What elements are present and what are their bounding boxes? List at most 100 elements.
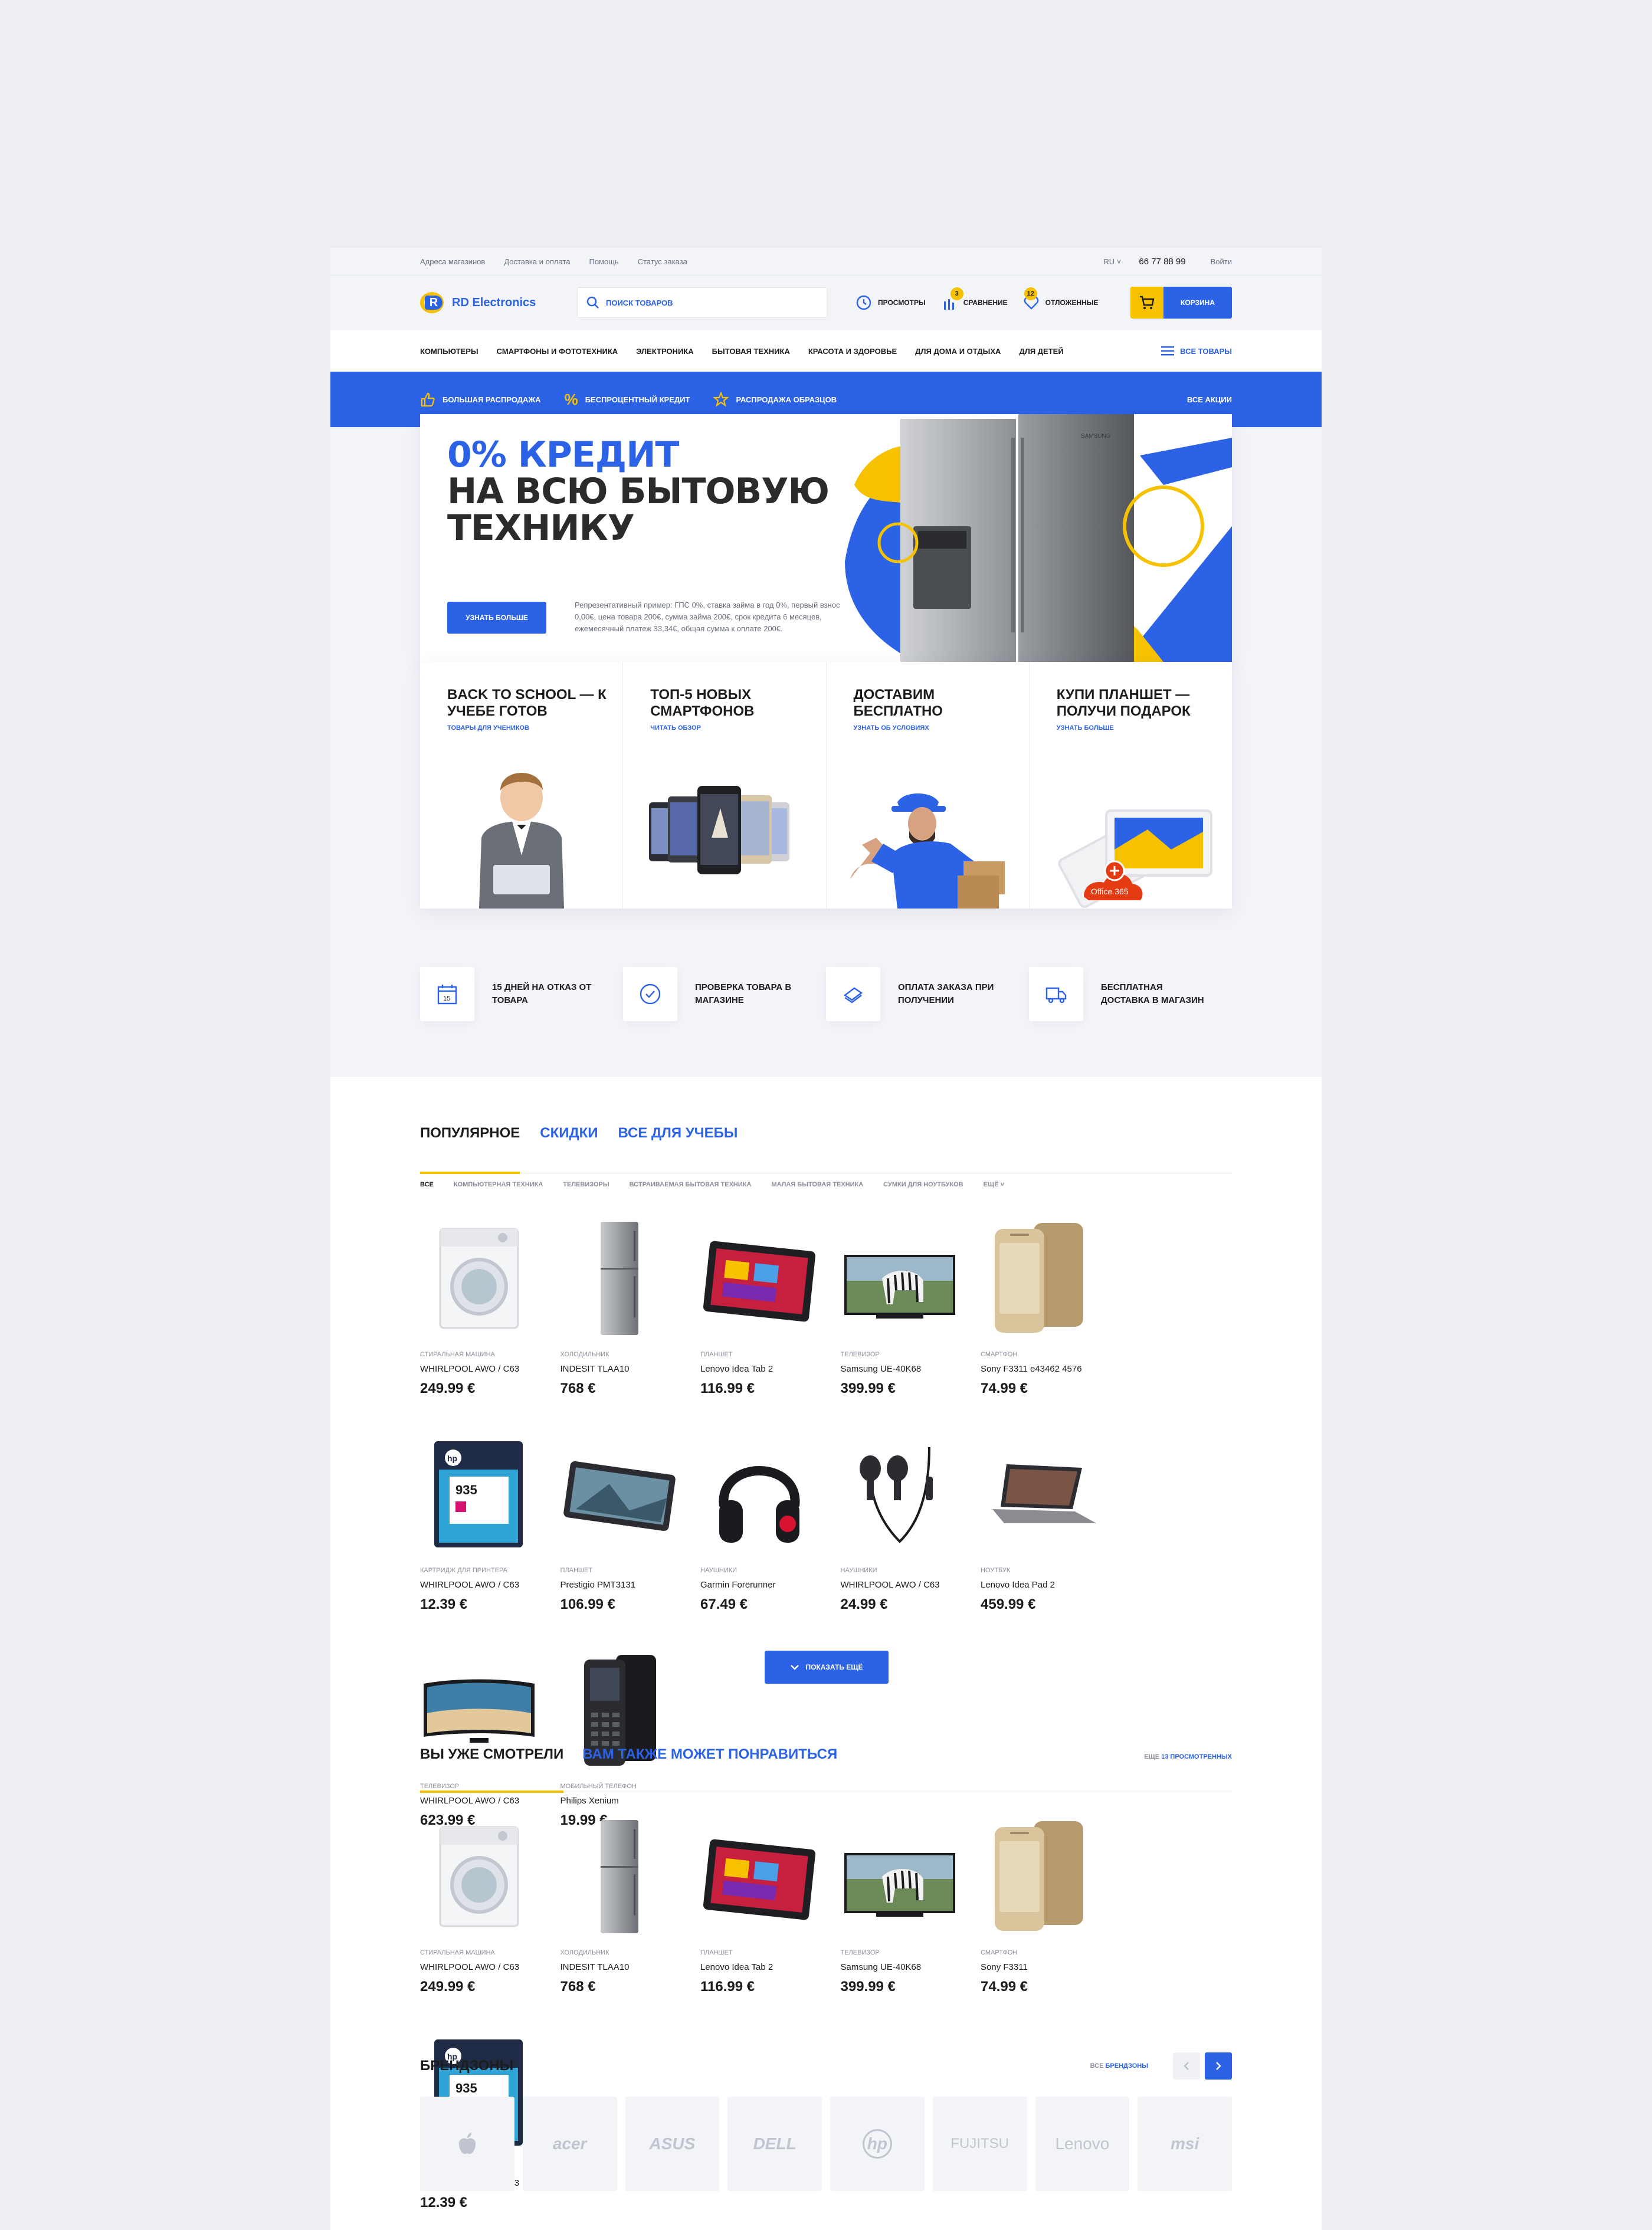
help-link[interactable]: Помощь bbox=[589, 257, 618, 266]
product-card[interactable]: Холодильник INDESIT TLAA10 768 € bbox=[560, 1815, 701, 2031]
brand-fujitsu[interactable]: FUJITSU bbox=[932, 2097, 1027, 2191]
tile-top-smartphones[interactable]: Топ-5 новых смартфонов Читать обзор bbox=[623, 662, 827, 909]
order-status-link[interactable]: Статус заказа bbox=[638, 257, 687, 266]
tile-free-delivery[interactable]: Доставим бесплатно Узнать об условиях bbox=[827, 662, 1030, 909]
filter-all[interactable]: Все bbox=[420, 1181, 434, 1188]
nav-computers[interactable]: Компьютеры bbox=[420, 347, 478, 356]
next-arrow-button[interactable] bbox=[1205, 2052, 1232, 2080]
product-image[interactable] bbox=[420, 1815, 538, 1939]
all-products-link[interactable]: Все товары bbox=[1161, 346, 1232, 356]
product-card[interactable]: hp 935 Картридж для принтера WHIRLPOOL AWO … bbox=[420, 1432, 560, 1648]
filter-tv[interactable]: Телевизоры bbox=[563, 1181, 609, 1188]
product-card[interactable]: Телевизор Samsung UE-40K68 399.99 € bbox=[841, 1815, 981, 2031]
product-name[interactable]: Sony F3311 bbox=[981, 1962, 1028, 1972]
nav-beauty[interactable]: Красота и здоровье bbox=[808, 347, 897, 356]
phone-number[interactable]: 66 77 88 99 bbox=[1139, 257, 1185, 267]
product-name[interactable]: Lenovo Idea Tab 2 bbox=[700, 1962, 773, 1972]
stores-link[interactable]: Адреса магазинов bbox=[420, 257, 485, 266]
product-name[interactable]: INDESIT TLAA10 bbox=[560, 1962, 630, 1972]
product-card[interactable]: Планшет Lenovo Idea Tab 2 116.99 € bbox=[700, 1815, 841, 2031]
product-image[interactable] bbox=[560, 1432, 678, 1556]
all-promos-link[interactable]: Все акции bbox=[1187, 395, 1232, 404]
product-name[interactable]: Lenovo Idea Tab 2 bbox=[700, 1364, 773, 1374]
language-select[interactable]: RU ˅ bbox=[1103, 257, 1121, 266]
prev-arrow-button[interactable] bbox=[1173, 2052, 1200, 2080]
product-card[interactable]: Планшет Lenovo Idea Tab 2 116.99 € bbox=[700, 1216, 841, 1432]
tile-link[interactable]: Читать обзор bbox=[650, 724, 701, 732]
product-name[interactable]: Samsung UE-40K68 bbox=[841, 1962, 922, 1972]
tile-tablet-gift[interactable]: Купи планшет — получи подарок Узнать бол… bbox=[1030, 662, 1232, 909]
tile-link[interactable]: Узнать больше bbox=[1057, 724, 1114, 732]
tile-link[interactable]: Товары для учеников bbox=[447, 724, 529, 732]
product-name[interactable]: WHIRLPOOL AWO / C63 bbox=[420, 1962, 519, 1972]
brand-apple[interactable] bbox=[420, 2097, 514, 2191]
product-card[interactable]: Холодильник INDESIT TLAA10 768 € bbox=[560, 1216, 701, 1432]
product-card[interactable]: Телевизор Samsung UE-40K68 399.99 € bbox=[841, 1216, 981, 1432]
brand-hp[interactable]: hp bbox=[830, 2097, 925, 2191]
filter-laptop-bags[interactable]: Сумки для ноутбуков bbox=[883, 1181, 963, 1188]
product-name[interactable]: Lenovo Idea Pad 2 bbox=[981, 1580, 1055, 1590]
product-card[interactable]: Наушники WHIRLPOOL AWO / C63 24.99 € bbox=[841, 1432, 981, 1648]
product-card[interactable]: Ноутбук Lenovo Idea Pad 2 459.99 € bbox=[981, 1432, 1121, 1648]
filter-computers[interactable]: Компьютерная техника bbox=[454, 1181, 543, 1188]
nav-appliances[interactable]: Бытовая техника bbox=[712, 347, 790, 356]
nav-electronics[interactable]: Электроника bbox=[636, 347, 693, 356]
product-image[interactable] bbox=[700, 1216, 818, 1340]
tab-seen[interactable]: Вы уже смотрели bbox=[420, 1746, 564, 1793]
tab-recommended[interactable]: Вам также может понравиться bbox=[582, 1746, 837, 1792]
product-image[interactable] bbox=[981, 1815, 1099, 1939]
filter-built-in[interactable]: Встраиваемая бытовая техника bbox=[630, 1181, 752, 1188]
product-card[interactable]: Наушники Garmin Forerunner 67.49 € bbox=[700, 1432, 841, 1648]
tab-study[interactable]: Все для учебы bbox=[618, 1125, 738, 1173]
product-name[interactable]: Prestigio PMT3131 bbox=[560, 1580, 636, 1590]
learn-more-button[interactable]: Узнать больше bbox=[447, 602, 546, 634]
product-image[interactable] bbox=[981, 1216, 1099, 1340]
show-more-button[interactable]: Показать ещё bbox=[765, 1651, 889, 1684]
product-name[interactable]: WHIRLPOOL AWO / C63 bbox=[420, 1364, 519, 1374]
views-button[interactable]: просмотры bbox=[856, 294, 926, 311]
product-name[interactable]: WHIRLPOOL AWO / C63 bbox=[841, 1580, 940, 1590]
product-name[interactable]: INDESIT TLAA10 bbox=[560, 1364, 630, 1374]
tile-back-to-school[interactable]: Back to school — к учебе готов Товары дл… bbox=[420, 662, 624, 909]
brand-acer[interactable]: acer bbox=[522, 2097, 617, 2191]
brand-lenovo[interactable]: Lenovo bbox=[1035, 2097, 1130, 2191]
brand-asus[interactable]: ASUS bbox=[625, 2097, 720, 2191]
filter-more[interactable]: Ещё ˅ bbox=[984, 1181, 1004, 1188]
product-name[interactable]: Samsung UE-40K68 bbox=[841, 1364, 922, 1374]
product-card[interactable]: Смартфон Sony F3311 e43462 4576 74.99 € bbox=[981, 1216, 1121, 1432]
promo-samples[interactable]: Распродажа образцов bbox=[713, 392, 837, 407]
product-card[interactable]: Планшет Prestigio PMT3131 106.99 € bbox=[560, 1432, 701, 1648]
filter-small-appliances[interactable]: Малая бытовая техника bbox=[771, 1181, 863, 1188]
brand-msi[interactable]: msi bbox=[1138, 2097, 1232, 2191]
product-card[interactable]: Стиральная машина WHIRLPOOL AWO / C63 249.… bbox=[420, 1216, 560, 1432]
nav-kids[interactable]: Для детей bbox=[1019, 347, 1063, 356]
product-image[interactable]: hp 935 bbox=[420, 1432, 538, 1556]
product-image[interactable] bbox=[700, 1432, 818, 1556]
promo-sale[interactable]: Большая распродажа bbox=[420, 392, 541, 407]
product-image[interactable] bbox=[841, 1216, 959, 1340]
logo[interactable]: R RD Electronics bbox=[420, 291, 577, 314]
nav-home[interactable]: Для дома и отдыха bbox=[915, 347, 1001, 356]
product-name[interactable]: WHIRLPOOL AWO / C63 bbox=[420, 1796, 519, 1806]
nav-smartphones[interactable]: Смартфоны и фототехника bbox=[497, 347, 618, 356]
product-image[interactable] bbox=[700, 1815, 818, 1939]
promo-credit[interactable]: % Беспроцентный кредит bbox=[565, 391, 690, 409]
tab-popular[interactable]: Популярное bbox=[420, 1125, 520, 1174]
product-image[interactable] bbox=[560, 1815, 678, 1939]
cart-button[interactable]: Корзина bbox=[1130, 287, 1232, 319]
saved-button[interactable]: 12 отложенные bbox=[1023, 287, 1099, 311]
all-brands-link[interactable]: Все брендзоны bbox=[1090, 2062, 1148, 2070]
product-name[interactable]: Philips Xenium bbox=[560, 1796, 619, 1806]
search-icon[interactable] bbox=[586, 296, 600, 310]
product-image[interactable] bbox=[420, 1216, 538, 1340]
more-seen-link[interactable]: Еще 13 просмотренных bbox=[1144, 1746, 1232, 1792]
product-card[interactable]: Стиральная машина WHIRLPOOL AWO / C63 249.… bbox=[420, 1815, 560, 2031]
login-link[interactable]: Войти bbox=[1211, 257, 1232, 266]
product-image[interactable] bbox=[841, 1815, 959, 1939]
compare-button[interactable]: 3 сравнение bbox=[941, 287, 1008, 311]
tab-discounts[interactable]: Скидки bbox=[540, 1125, 598, 1173]
tile-link[interactable]: Узнать об условиях bbox=[854, 724, 929, 732]
product-name[interactable]: Garmin Forerunner bbox=[700, 1580, 776, 1590]
search-input[interactable] bbox=[606, 298, 818, 307]
product-image[interactable] bbox=[981, 1432, 1099, 1556]
